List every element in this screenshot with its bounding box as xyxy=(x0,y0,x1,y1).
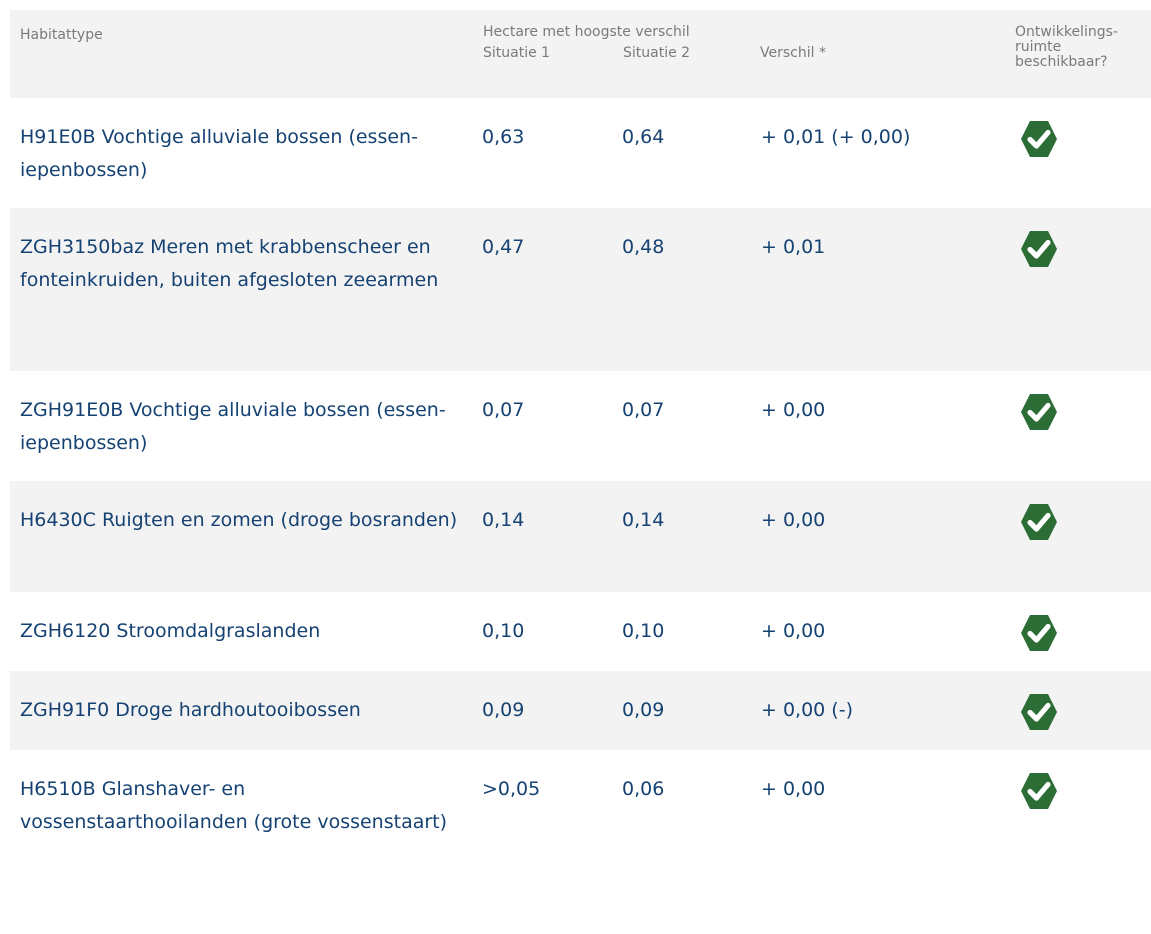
situatie-2-value: 0,48 xyxy=(622,236,665,258)
verschil-value: + 0,01 xyxy=(761,236,826,258)
check-icon xyxy=(1020,393,1058,431)
verschil-value: + 0,00 xyxy=(761,778,826,800)
column-group-header-hectare: Hectare met hoogste verschil xyxy=(483,24,690,40)
check-icon xyxy=(1020,230,1058,268)
situatie-1-value: 0,10 xyxy=(482,620,525,642)
situatie-2-value: 0,14 xyxy=(622,509,665,531)
situatie-1-value: 0,47 xyxy=(482,236,525,258)
check-icon xyxy=(1020,614,1058,652)
column-header-ontwikkelingsruimte-line-3: beschikbaar? xyxy=(1015,54,1108,70)
situatie-2-value: 0,64 xyxy=(622,126,665,148)
habitat-table: Habitattype Hectare met hoogste verschil… xyxy=(10,10,1151,895)
situatie-2-value: 0,09 xyxy=(622,699,665,721)
table-row: ZGH91E0B Vochtige alluviale bossen (esse… xyxy=(10,371,1151,481)
verschil-value: + 0,00 xyxy=(761,509,826,531)
column-header-verschil: Verschil * xyxy=(760,45,826,61)
table-row: ZGH6120 Stroomdalgraslanden 0,10 0,10 + … xyxy=(10,592,1151,671)
column-header-ontwikkelingsruimte-line-1: Ontwikkelings- xyxy=(1015,24,1118,40)
check-icon xyxy=(1020,120,1058,158)
table-row: H91E0B Vochtige alluviale bossen (essen-… xyxy=(10,98,1151,208)
habitat-name: ZGH3150baz Meren met krabbenscheer en fo… xyxy=(20,236,439,291)
situatie-1-value: >0,05 xyxy=(482,778,541,800)
habitat-name: ZGH6120 Stroomdalgraslanden xyxy=(20,620,321,642)
situatie-2-value: 0,10 xyxy=(622,620,665,642)
table-row: ZGH3150baz Meren met krabbenscheer en fo… xyxy=(10,208,1151,371)
table-row: H6430C Ruigten en zomen (droge bosranden… xyxy=(10,481,1151,592)
habitat-name: H6510B Glanshaver- en vossenstaarthooila… xyxy=(20,778,448,833)
column-header-situatie-1: Situatie 1 xyxy=(483,45,551,61)
situatie-1-value: 0,14 xyxy=(482,509,525,531)
check-icon xyxy=(1020,693,1058,731)
table-row: ZGH91F0 Droge hardhoutooibossen 0,09 0,0… xyxy=(10,671,1151,750)
verschil-value: + 0,00 xyxy=(761,620,826,642)
habitat-name: H91E0B Vochtige alluviale bossen (essen-… xyxy=(20,126,418,181)
habitat-name: H6430C Ruigten en zomen (droge bosranden… xyxy=(20,509,458,531)
verschil-value: + 0,01 (+ 0,00) xyxy=(761,126,911,148)
check-icon xyxy=(1020,772,1058,810)
table-header: Habitattype Hectare met hoogste verschil… xyxy=(10,10,1151,98)
column-header-habitattype: Habitattype xyxy=(20,27,103,43)
situatie-2-value: 0,06 xyxy=(622,778,665,800)
situatie-1-value: 0,09 xyxy=(482,699,525,721)
column-header-situatie-2: Situatie 2 xyxy=(623,45,691,61)
verschil-value: + 0,00 (-) xyxy=(761,699,853,721)
situatie-2-value: 0,07 xyxy=(622,399,665,421)
verschil-value: + 0,00 xyxy=(761,399,826,421)
column-header-ontwikkelingsruimte-line-2: ruimte xyxy=(1015,39,1062,55)
habitat-name: ZGH91E0B Vochtige alluviale bossen (esse… xyxy=(20,399,446,454)
situatie-1-value: 0,07 xyxy=(482,399,525,421)
table-row: H6510B Glanshaver- en vossenstaarthooila… xyxy=(10,750,1151,895)
column-header-ontwikkelingsruimte: Ontwikkelings- ruimte beschikbaar? xyxy=(1015,25,1118,70)
check-icon xyxy=(1020,503,1058,541)
situatie-1-value: 0,63 xyxy=(482,126,525,148)
habitat-name: ZGH91F0 Droge hardhoutooibossen xyxy=(20,699,361,721)
